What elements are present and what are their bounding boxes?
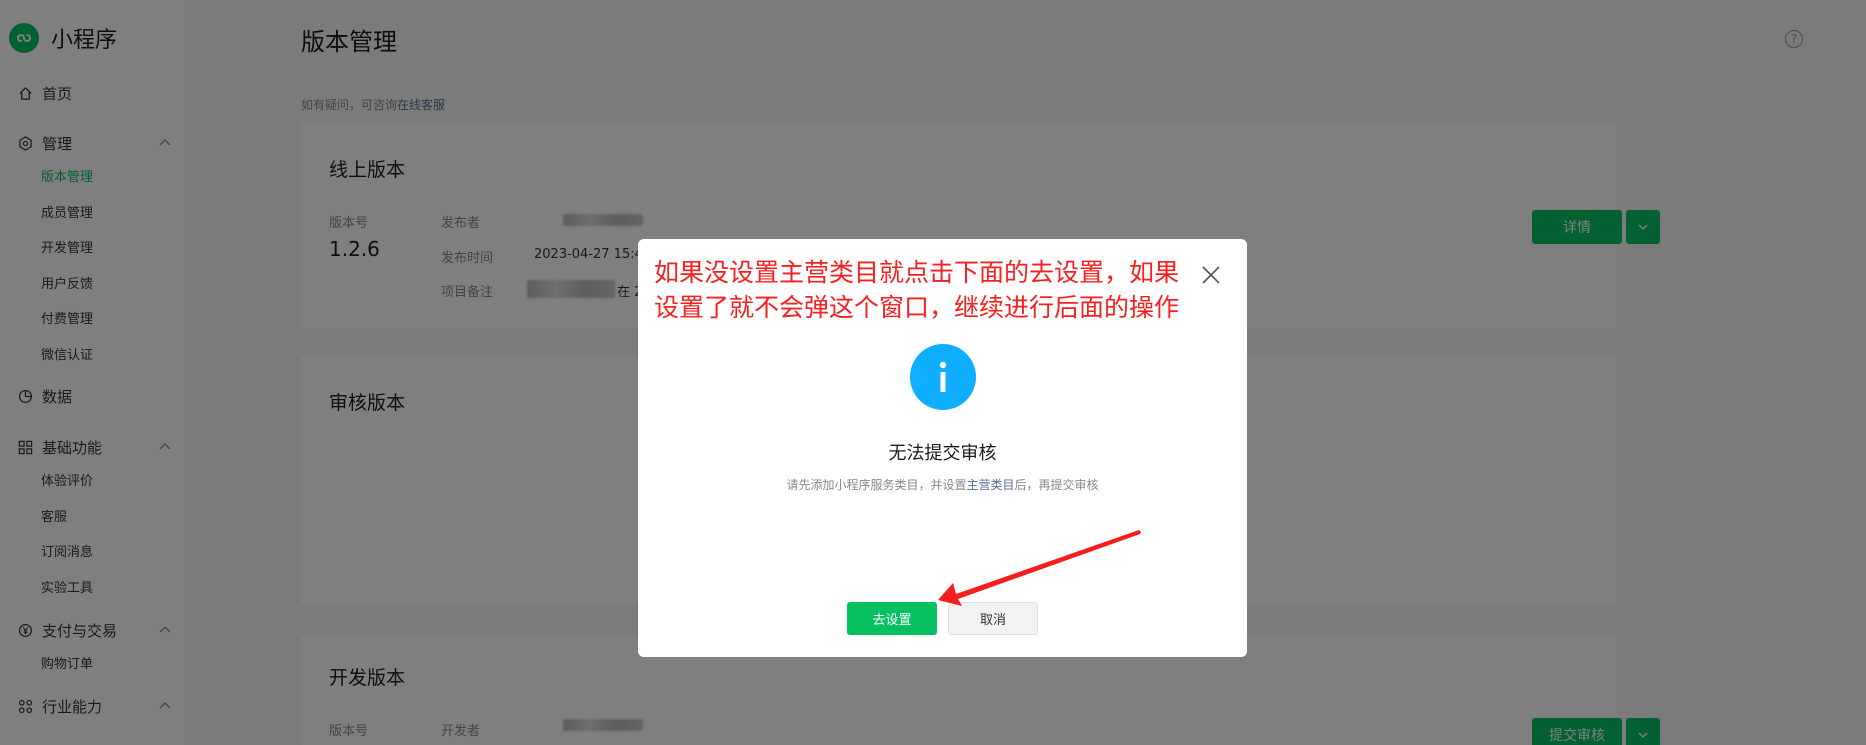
dialog-title: 无法提交审核 xyxy=(888,443,997,464)
cannot-submit-dialog: 如果没设置主营类目就点击下面的去设置，如果设置了就不会弹这个窗口，继续进行后面的… xyxy=(638,239,1247,657)
desc-text: 请先添加小程序服务类目，并设置 xyxy=(786,478,967,492)
dialog-description: 请先添加小程序服务类目，并设置主营类目后，再提交审核 xyxy=(638,476,1247,493)
annotation-text: 如果没设置主营类目就点击下面的去设置，如果设置了就不会弹这个窗口，继续进行后面的… xyxy=(654,258,1180,322)
desc-text: 后，再提交审核 xyxy=(1014,478,1099,492)
close-icon[interactable] xyxy=(1200,264,1222,286)
main-category-link[interactable]: 主营类目 xyxy=(966,478,1014,492)
info-icon xyxy=(910,344,976,410)
go-settings-button[interactable]: 去设置 xyxy=(847,602,937,635)
cancel-button[interactable]: 取消 xyxy=(948,602,1038,635)
